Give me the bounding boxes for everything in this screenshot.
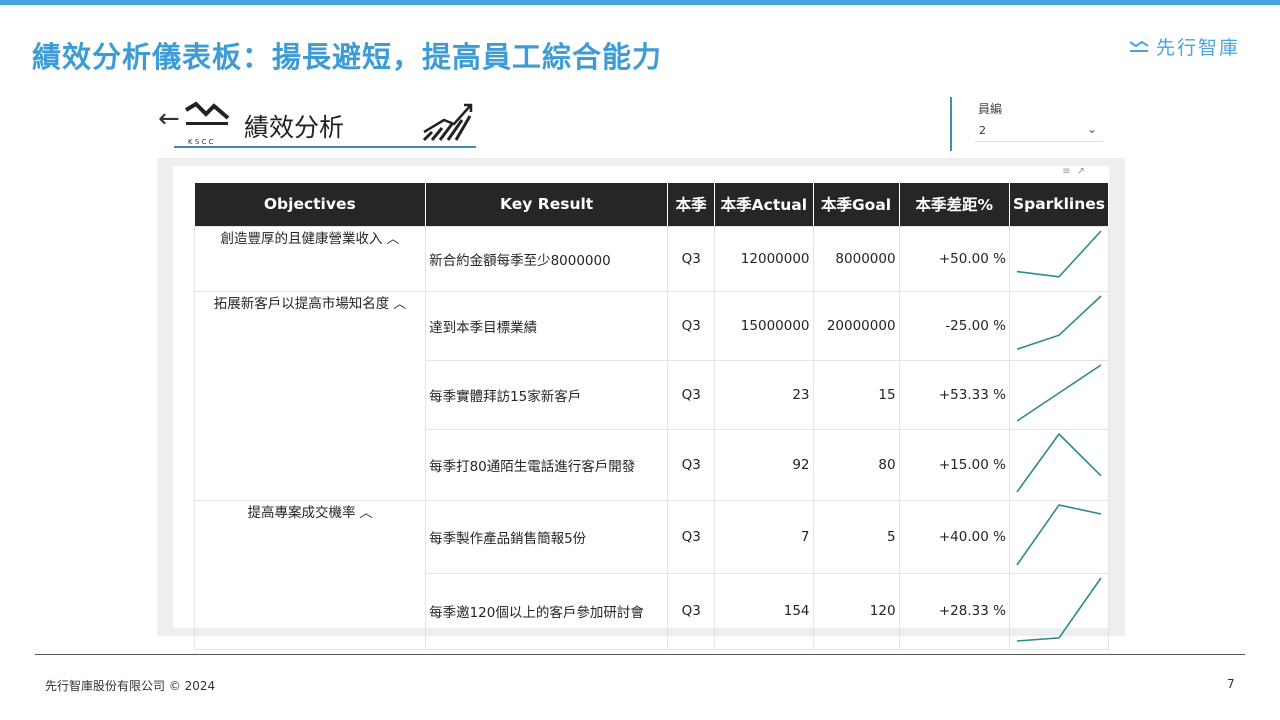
key-result-cell: 新合約金額每季至少8000000	[425, 225, 669, 292]
gap-cell: +50.00 %	[898, 225, 1010, 292]
sparkline-cell	[1008, 290, 1110, 361]
sparkline-cell	[1008, 499, 1110, 574]
sparkline-line	[1016, 432, 1102, 492]
actual-cell: 23	[714, 359, 814, 430]
gap-cell: +28.33 %	[898, 572, 1010, 650]
table-header-row: Objectives Key Result 本季 本季Actual 本季Goal…	[194, 183, 1110, 226]
objective-label: 提高專案成交機率	[247, 504, 356, 521]
brand: 先行智庫	[1128, 33, 1240, 60]
table-row: 拓展新客戶以提高市場知名度 ︿ 達到本季目標業績 Q3 15000000 20000000…	[193, 290, 1110, 501]
chevron-down-icon[interactable]: ⌄	[1087, 122, 1097, 136]
gap-cell: -25.00 %	[898, 290, 1010, 361]
quarter-cell: Q3	[667, 499, 716, 574]
column-header[interactable]: 本季Goal	[813, 183, 900, 226]
report-header: ← K S C C 績效分析	[158, 100, 478, 150]
focus-mode-icon[interactable]: ↗	[1077, 166, 1091, 177]
brand-logo-icon	[1129, 40, 1149, 52]
goal-cell: 80	[812, 428, 900, 501]
growth-chart-icon	[422, 103, 473, 142]
report-title: 績效分析	[244, 113, 345, 142]
gap-cell: +53.33 %	[898, 359, 1010, 430]
key-result-cell: 每季實體拜訪15家新客戶	[425, 359, 669, 430]
top-accent-bar	[0, 0, 1280, 5]
slicer-divider	[950, 97, 952, 151]
key-result-cell: 每季製作產品銷售簡報5份	[425, 499, 669, 574]
goal-cell: 20000000	[812, 290, 900, 361]
sparkline-line	[1016, 363, 1102, 422]
sparkline-chart	[1016, 363, 1102, 422]
table-visual: ≡↗ Objectives Key Result 本季 本季Actual 本季G…	[157, 158, 1125, 650]
sparkline-chart	[1016, 432, 1102, 492]
footer-divider	[35, 654, 1245, 655]
objective-cell[interactable]: 拓展新客戶以提高市場知名度 ︿	[193, 290, 427, 501]
sparkline-line	[1016, 229, 1102, 278]
actual-cell: 7	[714, 499, 814, 574]
goal-cell: 8000000	[812, 225, 900, 292]
column-header[interactable]: 本季Actual	[714, 183, 814, 226]
column-header[interactable]: 本季差距%	[899, 183, 1010, 226]
dropdown-value: 2	[979, 124, 986, 137]
column-header[interactable]: Key Result	[425, 183, 669, 226]
column-header[interactable]: Sparklines	[1009, 183, 1110, 226]
slide-title: 績效分析儀表板：揚長避短，提高員工綜合能力	[32, 40, 663, 74]
kscc-logo: K S C C	[184, 101, 230, 146]
objective-label: 拓展新客戶以提高市場知名度	[213, 295, 390, 312]
sparkline-line	[1016, 577, 1102, 642]
employee-id-dropdown[interactable]: 2 ⌄	[975, 120, 1103, 142]
actual-cell: 12000000	[714, 225, 814, 292]
column-header[interactable]: 本季	[667, 183, 716, 226]
quarter-cell: Q3	[667, 428, 716, 501]
sparkline-chart	[1016, 229, 1102, 278]
sparkline-cell	[1008, 359, 1110, 430]
key-result-cell: 達到本季目標業績	[425, 290, 669, 361]
sparkline-cell	[1008, 572, 1110, 650]
key-result-cell: 每季邀120個以上的客戶參加研討會	[425, 572, 669, 650]
table-row: 提高專案成交機率 ︿ 每季製作產品銷售簡報5份 Q3 7 5 +40.00 %	[193, 499, 1110, 650]
sparkline-line	[1016, 294, 1102, 350]
kpi-table: Objectives Key Result 本季 本季Actual 本季Goal…	[193, 183, 1110, 650]
quarter-cell: Q3	[667, 225, 716, 292]
header-underline	[174, 146, 476, 148]
objective-cell[interactable]: 創造豐厚的且健康營業收入 ︿	[193, 225, 427, 292]
footer-copyright: 先行智庫股份有限公司 © 2024	[45, 679, 216, 693]
quarter-cell: Q3	[667, 359, 716, 430]
filter-icon[interactable]: ≡	[1062, 166, 1076, 177]
sparkline-chart	[1016, 577, 1102, 642]
goal-cell: 120	[812, 572, 900, 650]
sparkline-cell	[1008, 225, 1110, 292]
sparkline-chart	[1016, 503, 1102, 565]
brand-name: 先行智庫	[1155, 37, 1240, 59]
actual-cell: 154	[714, 572, 814, 650]
gap-cell: +40.00 %	[898, 499, 1010, 574]
gap-cell: +15.00 %	[898, 428, 1010, 501]
visual-header-icons: ≡↗	[1062, 166, 1091, 177]
table-row: 創造豐厚的且健康營業收入 ︿ 新合約金額每季至少8000000 Q3 12000000 8…	[193, 225, 1110, 292]
collapse-caret-icon[interactable]: ︿	[360, 502, 373, 521]
goal-cell: 15	[812, 359, 900, 430]
quarter-cell: Q3	[667, 572, 716, 650]
actual-cell: 15000000	[714, 290, 814, 361]
back-arrow-icon[interactable]: ←	[158, 104, 180, 134]
goal-cell: 5	[812, 499, 900, 574]
page-number: 7	[1227, 677, 1235, 691]
quarter-cell: Q3	[667, 290, 716, 361]
column-header[interactable]: Objectives	[194, 183, 427, 226]
actual-cell: 92	[714, 428, 814, 501]
objective-label: 創造豐厚的且健康營業收入	[220, 230, 383, 247]
objective-cell[interactable]: 提高專案成交機率 ︿	[193, 499, 427, 650]
sparkline-line	[1016, 503, 1102, 565]
collapse-caret-icon[interactable]: ︿	[387, 228, 400, 247]
collapse-caret-icon[interactable]: ︿	[393, 293, 406, 312]
sparkline-chart	[1016, 294, 1102, 350]
table-visual-canvas: ≡↗ Objectives Key Result 本季 本季Actual 本季G…	[173, 166, 1110, 650]
key-result-cell: 每季打80通陌生電話進行客戶開發	[425, 428, 669, 501]
sparkline-cell	[1008, 428, 1110, 501]
kscc-logo-text: K S C C	[188, 138, 214, 146]
slicer-label: 員編	[978, 102, 1003, 116]
